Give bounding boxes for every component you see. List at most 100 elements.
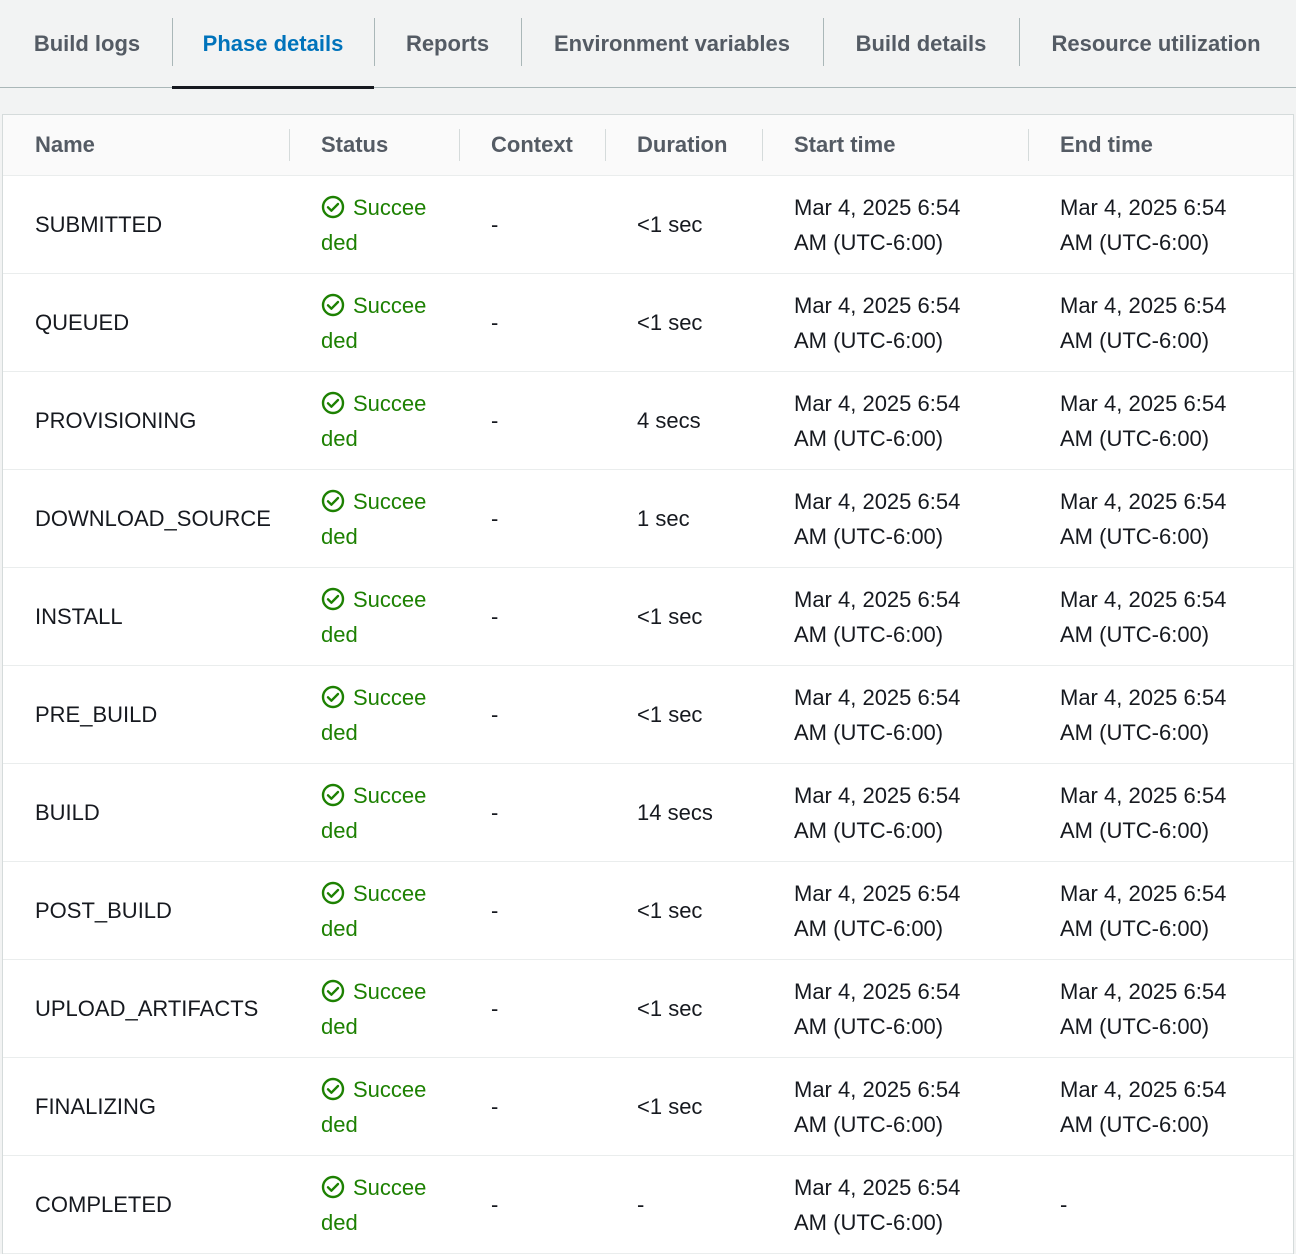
status-line-1: Succee — [353, 292, 427, 318]
duration-cell: <1 sec — [605, 665, 762, 764]
status-line-2: ded — [321, 327, 358, 353]
check-circle-icon — [321, 587, 345, 611]
table-header-row: Name Status Context Duration Start time … — [3, 115, 1293, 176]
end-time: Mar 4, 2025 6:54 AM (UTC-6:00) — [1028, 190, 1293, 260]
tab-build-logs[interactable]: Build logs — [2, 0, 172, 88]
start-time: Mar 4, 2025 6:54 AM (UTC-6:00) — [762, 1170, 1028, 1240]
end-time-line-1: Mar 4, 2025 6:54 — [1060, 1076, 1227, 1102]
start-time-cell: Mar 4, 2025 6:54 AM (UTC-6:00) — [762, 861, 1028, 960]
end-time-line-2: AM (UTC-6:00) — [1060, 1013, 1210, 1039]
end-time-line-1: Mar 4, 2025 6:54 — [1060, 586, 1227, 612]
duration-value: <1 sec — [637, 1094, 703, 1119]
column-header-status[interactable]: Status — [289, 115, 459, 176]
status-text: Succee ded — [289, 778, 459, 848]
context-value: - — [491, 898, 499, 923]
start-time: Mar 4, 2025 6:54 AM (UTC-6:00) — [762, 386, 1028, 456]
tab-reports[interactable]: Reports — [374, 0, 521, 88]
end-time: Mar 4, 2025 6:54 AM (UTC-6:00) — [1028, 288, 1293, 358]
status-line-1: Succee — [353, 880, 427, 906]
context-cell: - — [459, 567, 605, 666]
start-time-line-2: AM (UTC-6:00) — [794, 719, 944, 745]
context-value: - — [491, 408, 499, 433]
end-time-cell: Mar 4, 2025 6:54 AM (UTC-6:00) — [1028, 371, 1293, 470]
duration-cell: 1 sec — [605, 469, 762, 568]
duration-cell: <1 sec — [605, 861, 762, 960]
column-header-name[interactable]: Name — [3, 115, 289, 176]
phase-name: SUBMITTED — [35, 212, 163, 237]
end-time-cell: Mar 4, 2025 6:54 AM (UTC-6:00) — [1028, 665, 1293, 764]
start-time-line-1: Mar 4, 2025 6:54 — [794, 390, 961, 416]
end-time-line-1: Mar 4, 2025 6:54 — [1060, 194, 1227, 220]
status-line-2: ded — [321, 817, 358, 843]
status-line-1: Succee — [353, 586, 427, 612]
end-time-cell: Mar 4, 2025 6:54 AM (UTC-6:00) — [1028, 469, 1293, 568]
status-text: Succee ded — [289, 484, 459, 554]
tab-label: Build logs — [33, 31, 141, 56]
status-line-1: Succee — [353, 1174, 427, 1200]
phase-name: FINALIZING — [35, 1094, 157, 1119]
start-time-cell: Mar 4, 2025 6:54 AM (UTC-6:00) — [762, 1057, 1028, 1156]
status-line-2: ded — [321, 523, 358, 549]
end-time-line-1: Mar 4, 2025 6:54 — [1060, 978, 1227, 1004]
table-row: BUILD Succee ded - 14 secs Mar 4, 2025 6:54 AM… — [3, 763, 1293, 862]
end-time: Mar 4, 2025 6:54 AM (UTC-6:00) — [1028, 778, 1293, 848]
context-cell: - — [459, 1057, 605, 1156]
status-line-1: Succee — [353, 194, 427, 220]
context-cell: - — [459, 1155, 605, 1254]
tab-phase-details[interactable]: Phase details — [172, 0, 374, 89]
start-time: Mar 4, 2025 6:54 AM (UTC-6:00) — [762, 974, 1028, 1044]
tab-label: Resource utilization — [1051, 31, 1261, 56]
context-cell: - — [459, 861, 605, 960]
end-time-line-2: AM (UTC-6:00) — [1060, 719, 1210, 745]
duration-value: 4 secs — [637, 408, 701, 433]
start-time-line-2: AM (UTC-6:00) — [794, 425, 944, 451]
status-cell: Succee ded — [289, 959, 459, 1058]
duration-value: <1 sec — [637, 996, 703, 1021]
status-text: Succee ded — [289, 582, 459, 652]
tab-environment-variables[interactable]: Environment variables — [521, 0, 823, 88]
end-time-line-2: AM (UTC-6:00) — [1060, 327, 1210, 353]
table-row: QUEUED Succee ded - <1 sec Mar 4, 2025 6:54 AM… — [3, 273, 1293, 372]
context-cell: - — [459, 371, 605, 470]
start-time-line-2: AM (UTC-6:00) — [794, 1013, 944, 1039]
tab-build-details[interactable]: Build details — [823, 0, 1019, 88]
end-time: Mar 4, 2025 6:54 AM (UTC-6:00) — [1028, 1072, 1293, 1142]
tab-resource-utilization[interactable]: Resource utilization — [1019, 0, 1293, 88]
column-header-context[interactable]: Context — [459, 115, 605, 176]
table-row: POST_BUILD Succee ded - <1 sec Mar 4, 2025 6:… — [3, 861, 1293, 960]
start-time-line-1: Mar 4, 2025 6:54 — [794, 684, 961, 710]
status-cell: Succee ded — [289, 665, 459, 764]
duration-value: <1 sec — [637, 310, 703, 335]
phase-name-cell: BUILD — [3, 763, 289, 862]
column-header-end-time[interactable]: End time — [1028, 115, 1293, 176]
column-header-duration[interactable]: Duration — [605, 115, 762, 176]
duration-value: <1 sec — [637, 212, 703, 237]
duration-value: <1 sec — [637, 702, 703, 727]
end-time: Mar 4, 2025 6:54 AM (UTC-6:00) — [1028, 386, 1293, 456]
end-time-line-2: AM (UTC-6:00) — [1060, 817, 1210, 843]
duration-cell: <1 sec — [605, 1057, 762, 1156]
column-header-start-time[interactable]: Start time — [762, 115, 1028, 176]
duration-cell: - — [605, 1155, 762, 1254]
end-time-cell: Mar 4, 2025 6:54 AM (UTC-6:00) — [1028, 175, 1293, 274]
phase-name: POST_BUILD — [35, 898, 172, 923]
context-cell: - — [459, 665, 605, 764]
table-row: PROVISIONING Succee ded - 4 secs Mar 4, 2025 … — [3, 371, 1293, 470]
start-time-line-1: Mar 4, 2025 6:54 — [794, 1174, 961, 1200]
end-time-line-1: Mar 4, 2025 6:54 — [1060, 782, 1227, 808]
status-cell: Succee ded — [289, 469, 459, 568]
check-circle-icon — [321, 783, 345, 807]
phase-name: BUILD — [35, 800, 100, 825]
end-time-line-2: AM (UTC-6:00) — [1060, 1111, 1210, 1137]
check-circle-icon — [321, 391, 345, 415]
start-time-line-1: Mar 4, 2025 6:54 — [794, 1076, 961, 1102]
end-time-line-1: Mar 4, 2025 6:54 — [1060, 684, 1227, 710]
phase-name-cell: POST_BUILD — [3, 861, 289, 960]
phase-name-cell: FINALIZING — [3, 1057, 289, 1156]
phase-name-cell: QUEUED — [3, 273, 289, 372]
start-time: Mar 4, 2025 6:54 AM (UTC-6:00) — [762, 582, 1028, 652]
table-row: SUBMITTED Succee ded - <1 sec Mar 4, 2025 6:5… — [3, 175, 1293, 274]
end-time-line-2: AM (UTC-6:00) — [1060, 425, 1210, 451]
table-row: DOWNLOAD_SOURCE Succee ded - 1 sec Mar 4, 202… — [3, 469, 1293, 568]
end-time-line-1: Mar 4, 2025 6:54 — [1060, 880, 1227, 906]
